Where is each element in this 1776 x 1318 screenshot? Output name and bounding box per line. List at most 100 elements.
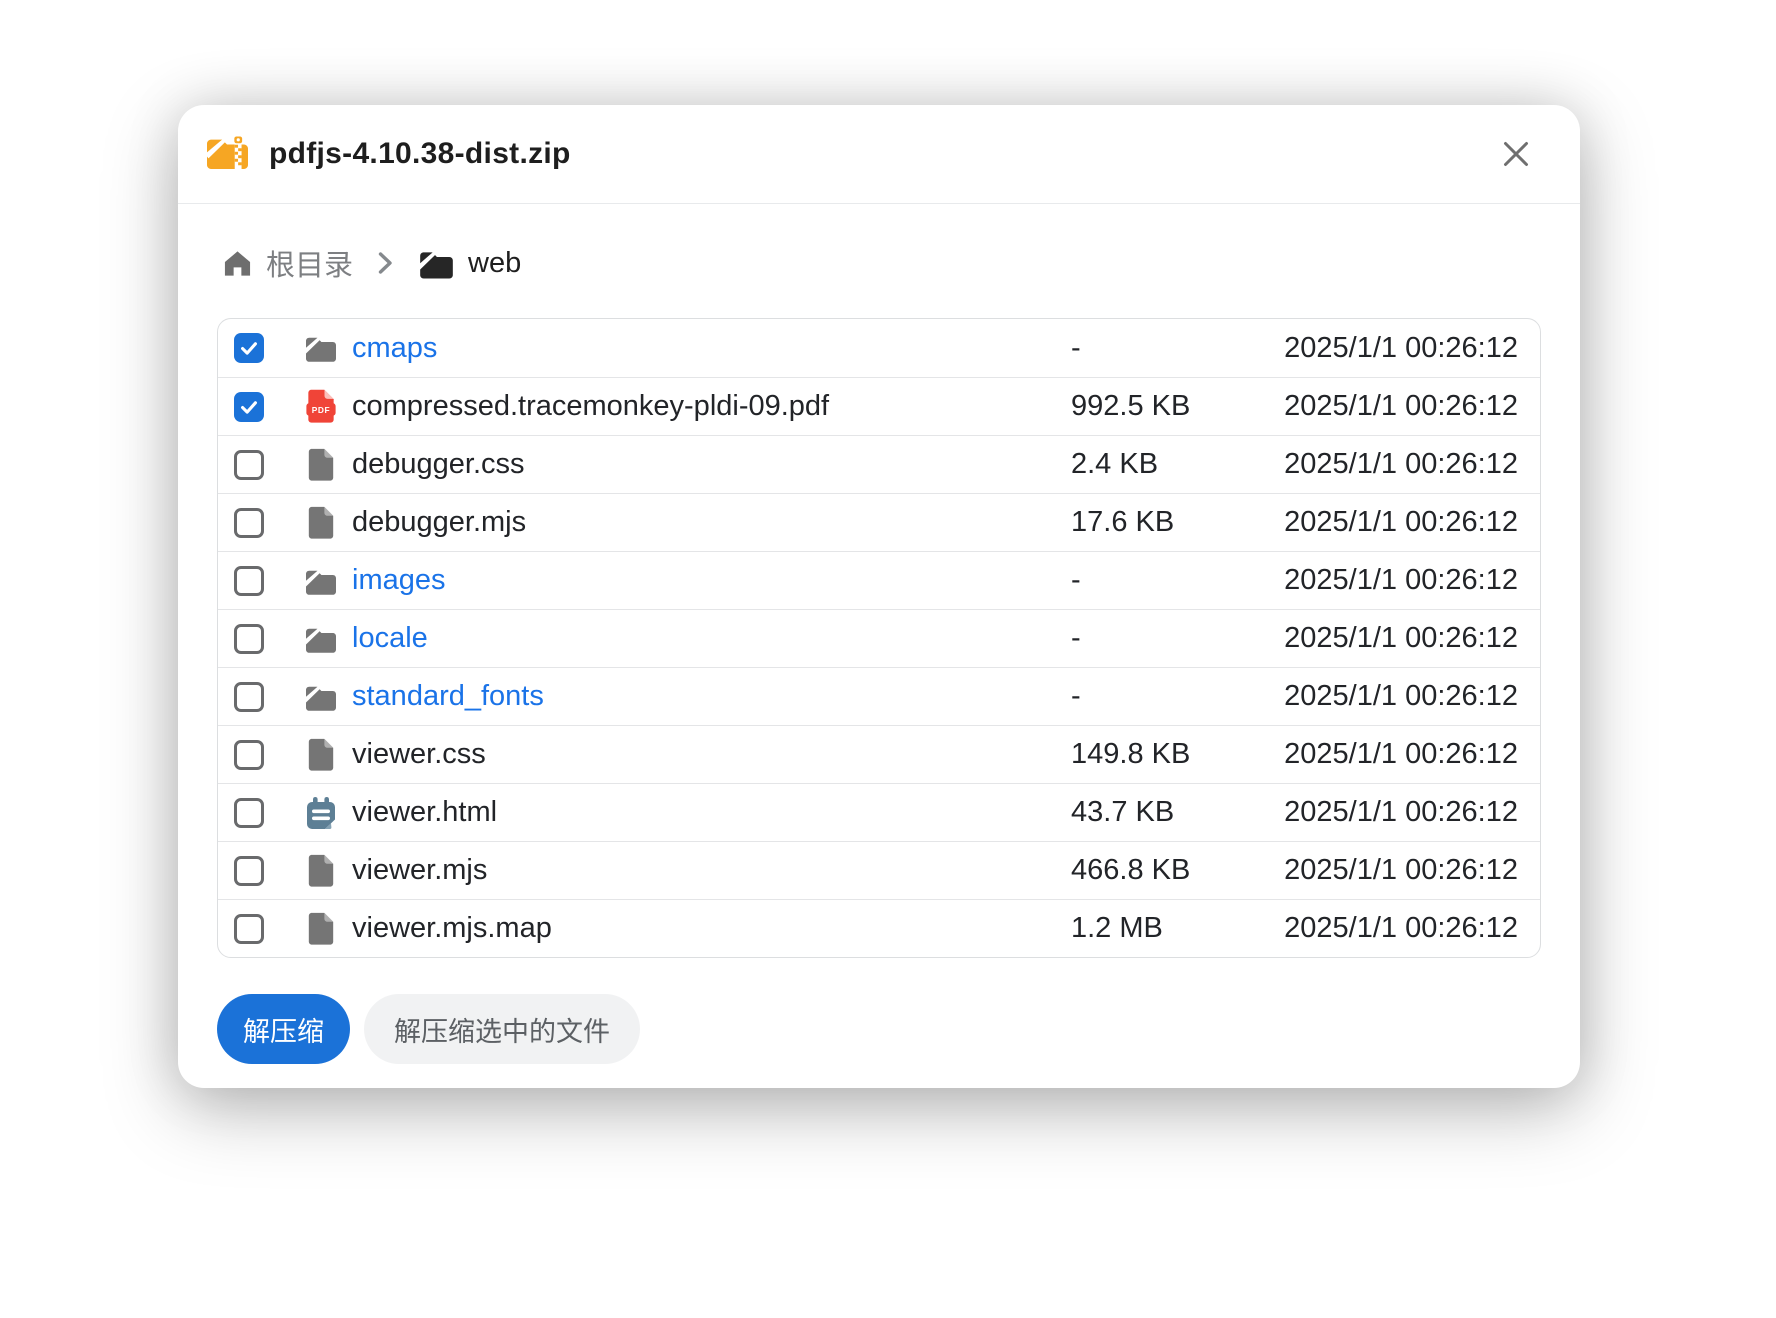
row-checkbox[interactable] xyxy=(234,508,264,538)
file-name: compressed.tracemonkey-pldi-09.pdf xyxy=(352,390,829,422)
breadcrumb-root[interactable]: 根目录 xyxy=(222,242,353,284)
breadcrumb-current: web xyxy=(418,247,521,280)
row-checkbox[interactable] xyxy=(234,682,264,712)
checkbox-cell xyxy=(234,508,290,538)
dialog-title: pdfjs-4.10.38-dist.zip xyxy=(269,137,571,171)
icon-cell xyxy=(290,683,352,711)
name-cell: debugger.mjs xyxy=(352,506,1071,539)
file-modified-date: 2025/1/1 00:26:12 xyxy=(1258,622,1518,655)
table-row[interactable]: viewer.css 149.8 KB 2025/1/1 00:26:12 xyxy=(218,725,1540,783)
name-cell: standard_fonts xyxy=(352,680,1071,713)
file-name: viewer.mjs xyxy=(352,854,487,886)
icon-cell xyxy=(290,853,352,889)
home-icon xyxy=(222,249,253,278)
table-row[interactable]: debugger.css 2.4 KB 2025/1/1 00:26:12 xyxy=(218,435,1540,493)
name-cell: cmaps xyxy=(352,332,1071,365)
name-cell: locale xyxy=(352,622,1071,655)
header-divider xyxy=(178,203,1580,204)
table-row[interactable]: standard_fonts - 2025/1/1 00:26:12 xyxy=(218,667,1540,725)
table-row[interactable]: locale - 2025/1/1 00:26:12 xyxy=(218,609,1540,667)
file-size: 17.6 KB xyxy=(1071,506,1258,539)
icon-cell: PDF xyxy=(290,388,352,425)
file-modified-date: 2025/1/1 00:26:12 xyxy=(1258,912,1518,945)
row-checkbox-checked[interactable] xyxy=(234,392,264,422)
name-cell: images xyxy=(352,564,1071,597)
icon-cell xyxy=(290,505,352,541)
table-row[interactable]: viewer.html 43.7 KB 2025/1/1 00:26:12 xyxy=(218,783,1540,841)
dialog-body: 根目录 web xyxy=(178,244,1580,1064)
extract-all-button[interactable]: 解压缩 xyxy=(217,994,350,1064)
table-row[interactable]: viewer.mjs.map 1.2 MB 2025/1/1 00:26:12 xyxy=(218,899,1540,957)
file-size: - xyxy=(1071,622,1258,655)
table-row[interactable]: PDF compressed.tracemonkey-pldi-09.pdf 9… xyxy=(218,377,1540,435)
file-name: viewer.html xyxy=(352,796,497,828)
file-name: debugger.css xyxy=(352,448,525,480)
chevron-right-icon xyxy=(376,249,395,277)
checkbox-cell xyxy=(234,682,290,712)
file-name: debugger.mjs xyxy=(352,506,526,538)
row-checkbox[interactable] xyxy=(234,856,264,886)
row-checkbox[interactable] xyxy=(234,450,264,480)
row-checkbox[interactable] xyxy=(234,740,264,770)
dialog-header: pdfjs-4.10.38-dist.zip xyxy=(178,105,1580,203)
file-modified-date: 2025/1/1 00:26:12 xyxy=(1258,332,1518,365)
svg-text:PDF: PDF xyxy=(312,405,330,415)
close-button[interactable] xyxy=(1495,133,1537,175)
name-cell: debugger.css xyxy=(352,448,1071,481)
icon-cell xyxy=(290,567,352,595)
checkbox-cell xyxy=(234,566,290,596)
row-checkbox[interactable] xyxy=(234,566,264,596)
checkbox-cell xyxy=(234,856,290,886)
check-icon xyxy=(238,337,260,359)
breadcrumb-root-label: 根目录 xyxy=(266,242,353,284)
file-size: 466.8 KB xyxy=(1071,854,1258,887)
icon-cell xyxy=(290,737,352,773)
folder-icon xyxy=(304,334,338,362)
row-checkbox[interactable] xyxy=(234,914,264,944)
close-icon xyxy=(1501,139,1531,169)
file-modified-date: 2025/1/1 00:26:12 xyxy=(1258,680,1518,713)
checkbox-cell xyxy=(234,333,290,363)
folder-icon xyxy=(418,248,455,279)
name-cell: compressed.tracemonkey-pldi-09.pdf xyxy=(352,390,1071,423)
file-size: 2.4 KB xyxy=(1071,448,1258,481)
name-cell: viewer.mjs xyxy=(352,854,1071,887)
table-row[interactable]: images - 2025/1/1 00:26:12 xyxy=(218,551,1540,609)
name-cell: viewer.css xyxy=(352,738,1071,771)
file-size: 992.5 KB xyxy=(1071,390,1258,423)
table-row[interactable]: cmaps - 2025/1/1 00:26:12 xyxy=(218,319,1540,377)
file-size: 1.2 MB xyxy=(1071,912,1258,945)
file-modified-date: 2025/1/1 00:26:12 xyxy=(1258,796,1518,829)
table-row[interactable]: debugger.mjs 17.6 KB 2025/1/1 00:26:12 xyxy=(218,493,1540,551)
icon-cell xyxy=(290,625,352,653)
table-row[interactable]: viewer.mjs 466.8 KB 2025/1/1 00:26:12 xyxy=(218,841,1540,899)
name-cell: viewer.html xyxy=(352,796,1071,829)
file-size: 149.8 KB xyxy=(1071,738,1258,771)
file-icon xyxy=(306,737,336,773)
folder-icon xyxy=(304,567,338,595)
checkbox-cell xyxy=(234,740,290,770)
extract-selected-button[interactable]: 解压缩选中的文件 xyxy=(364,994,640,1064)
icon-cell xyxy=(290,447,352,483)
file-icon xyxy=(306,447,336,483)
row-checkbox[interactable] xyxy=(234,624,264,654)
zip-archive-icon xyxy=(204,134,251,175)
folder-icon xyxy=(304,683,338,711)
html-file-icon xyxy=(304,795,338,831)
folder-name-link[interactable]: cmaps xyxy=(352,332,437,364)
file-modified-date: 2025/1/1 00:26:12 xyxy=(1258,448,1518,481)
icon-cell xyxy=(290,911,352,947)
file-icon xyxy=(306,853,336,889)
checkbox-cell xyxy=(234,798,290,828)
folder-name-link[interactable]: images xyxy=(352,564,446,596)
file-name: viewer.mjs.map xyxy=(352,912,552,944)
file-size: - xyxy=(1071,680,1258,713)
folder-name-link[interactable]: locale xyxy=(352,622,428,654)
checkbox-cell xyxy=(234,624,290,654)
folder-icon xyxy=(304,625,338,653)
row-checkbox-checked[interactable] xyxy=(234,333,264,363)
folder-name-link[interactable]: standard_fonts xyxy=(352,680,544,712)
row-checkbox[interactable] xyxy=(234,798,264,828)
breadcrumb: 根目录 web xyxy=(217,244,1541,282)
file-size: - xyxy=(1071,332,1258,365)
